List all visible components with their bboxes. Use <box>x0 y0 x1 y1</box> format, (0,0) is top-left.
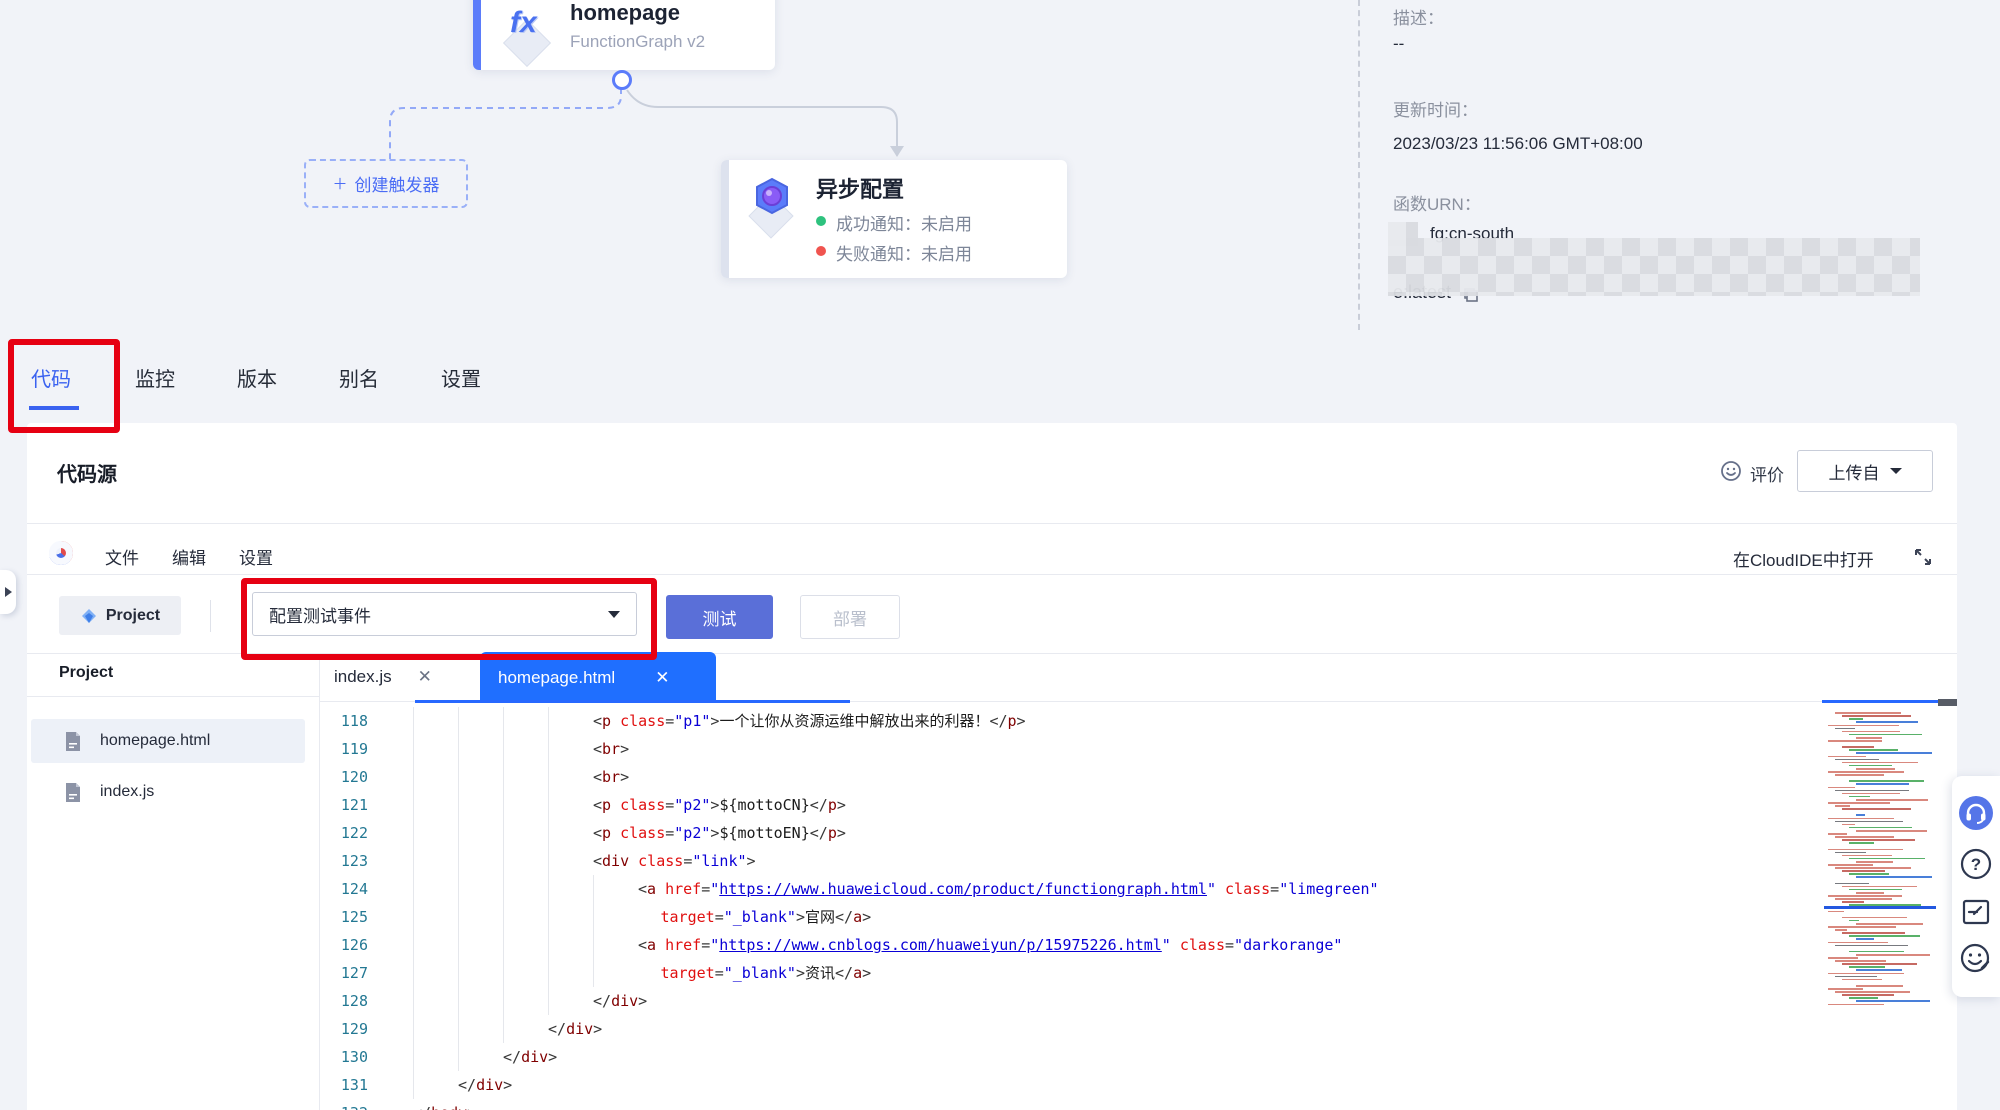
smiley-icon <box>1720 460 1742 482</box>
minimap-link-line <box>1824 906 1936 909</box>
smiley-pencil-icon <box>1959 941 1993 975</box>
updated-time-value: 2023/03/23 11:56:06 GMT+08:00 <box>1393 134 1643 154</box>
code-line: 123<div class="link"> <box>320 847 1820 875</box>
code-line: 130</div> <box>320 1043 1820 1071</box>
rate-link[interactable]: 评价 <box>1750 461 1784 486</box>
code-line: 129</div> <box>320 1015 1820 1043</box>
chevron-down-icon <box>1890 468 1902 474</box>
success-notify-value: 未启用 <box>921 215 972 234</box>
code-editor[interactable]: 118<p class="p1">一个让你从资源运维中解放出来的利器！</p>1… <box>320 703 1820 1110</box>
function-urn-label: 函数URN： <box>1393 190 1481 215</box>
survey-button[interactable] <box>1958 940 1994 976</box>
open-in-cloudide-link[interactable]: 在CloudIDE中打开 <box>1733 546 1874 571</box>
file-name: homepage.html <box>100 732 210 750</box>
code-line: 119<br> <box>320 735 1820 763</box>
minimap[interactable] <box>1822 703 1938 1010</box>
file-icon <box>64 782 82 803</box>
editor-tab-name: index.js <box>334 667 392 687</box>
project-gem-icon <box>80 607 98 625</box>
headset-icon <box>1958 795 1994 831</box>
code-line: 118<p class="p1">一个让你从资源运维中解放出来的利器！</p> <box>320 707 1820 735</box>
function-runtime: FunctionGraph v2 <box>570 32 705 52</box>
code-line: 124<a href="https://www.huaweicloud.com/… <box>320 875 1820 903</box>
fail-notify-value: 未启用 <box>921 245 972 264</box>
menu-settings[interactable]: 设置 <box>239 544 273 569</box>
success-status-dot <box>816 216 826 226</box>
code-line: 131</div> <box>320 1071 1820 1099</box>
project-button[interactable]: Project <box>59 596 181 635</box>
help-circle-icon: ? <box>1959 847 1993 881</box>
code-line: 127target="_blank">资讯</a> <box>320 959 1820 987</box>
annotation-box-code-tab <box>8 339 120 433</box>
menu-file[interactable]: 文件 <box>105 544 139 569</box>
success-notify-label: 成功通知： <box>836 215 921 234</box>
code-source-title: 代码源 <box>57 458 117 487</box>
upload-from-label: 上传自 <box>1829 459 1880 484</box>
collapse-handle[interactable] <box>0 570 16 614</box>
deploy-button[interactable]: 部署 <box>800 595 900 639</box>
function-card-accent <box>473 0 481 70</box>
support-button[interactable] <box>1958 795 1994 831</box>
menu-edit[interactable]: 编辑 <box>172 544 206 569</box>
functiongraph-console: fx homepage FunctionGraph v2 ＋ 创建触发器 异步配… <box>0 0 2000 1110</box>
editor-logo-icon <box>49 541 73 565</box>
svg-text:?: ? <box>1971 855 1981 874</box>
file-item-homepage[interactable]: homepage.html <box>31 719 305 763</box>
async-config-title: 异步配置 <box>816 172 904 204</box>
urn-blur-mosaic <box>1388 238 1920 296</box>
code-line: 121<p class="p2">${mottoCN}</p> <box>320 791 1820 819</box>
feedback-button[interactable] <box>1958 894 1994 930</box>
tab-versions[interactable]: 版本 <box>237 363 277 392</box>
scrollbar-thumb[interactable] <box>1938 699 1957 706</box>
file-tree-header: Project <box>59 664 113 682</box>
chevron-right-icon <box>5 587 12 597</box>
close-icon[interactable]: ✕ <box>418 667 432 687</box>
code-line: 132</body> <box>320 1099 1820 1110</box>
async-config-icon <box>746 176 796 232</box>
description-value: -- <box>1393 34 1404 54</box>
tab-monitor[interactable]: 监控 <box>135 363 175 392</box>
plus-icon: ＋ <box>332 173 347 194</box>
async-card-accent <box>721 160 729 278</box>
functiongraph-fx-icon: fx <box>500 4 554 62</box>
description-label: 描述： <box>1393 4 1444 29</box>
code-line: 122<p class="p2">${mottoEN}</p> <box>320 819 1820 847</box>
create-trigger-label: 创建触发器 <box>355 171 440 196</box>
note-pencil-icon <box>1959 895 1993 929</box>
code-line: 126<a href="https://www.cnblogs.com/huaw… <box>320 931 1820 959</box>
function-name: homepage <box>570 0 680 26</box>
tab-settings[interactable]: 设置 <box>441 363 481 392</box>
test-button[interactable]: 测试 <box>666 595 773 639</box>
file-icon <box>64 731 82 752</box>
tab-aliases[interactable]: 别名 <box>339 363 379 392</box>
expand-icon[interactable] <box>1912 546 1934 568</box>
help-button[interactable]: ? <box>1958 846 1994 882</box>
fail-status-dot <box>816 246 826 256</box>
project-button-label: Project <box>106 607 160 625</box>
code-line: 120<br> <box>320 763 1820 791</box>
info-panel-divider <box>1358 0 1360 330</box>
create-trigger-button[interactable]: ＋ 创建触发器 <box>304 159 468 208</box>
minimap-viewport-line <box>1822 700 1938 703</box>
upload-from-button[interactable]: 上传自 <box>1797 450 1933 492</box>
code-line: 128</div> <box>320 987 1820 1015</box>
close-icon[interactable]: ✕ <box>655 668 669 688</box>
fail-notify-label: 失败通知： <box>836 245 921 264</box>
flow-connector-node <box>612 70 632 90</box>
annotation-box-test-event <box>241 578 657 660</box>
file-item-indexjs[interactable]: index.js <box>31 770 305 814</box>
updated-time-label: 更新时间： <box>1393 96 1478 121</box>
editor-tab-name: homepage.html <box>498 668 615 688</box>
file-name: index.js <box>100 783 154 801</box>
code-line: 125target="_blank">官网</a> <box>320 903 1820 931</box>
